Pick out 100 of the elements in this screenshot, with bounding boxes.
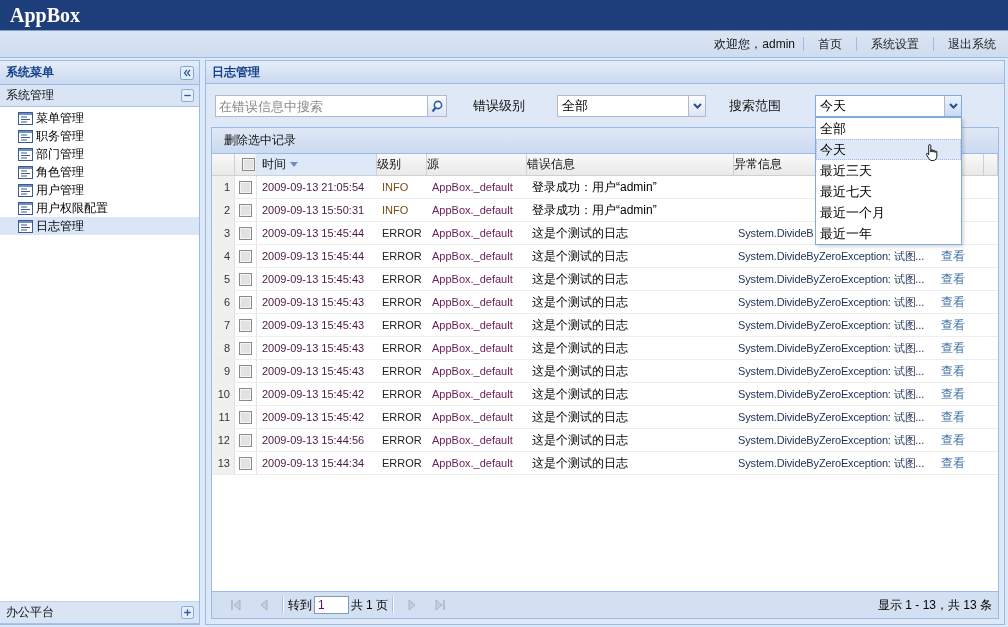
row-number: 10 [212, 383, 235, 405]
table-cell-text: ERROR [381, 249, 423, 264]
view-link[interactable]: 查看 [941, 295, 965, 309]
nav-link[interactable]: 退出系统 [933, 37, 996, 51]
row-checkbox[interactable] [239, 318, 252, 332]
table-cell-text: System.DivideByZeroException: 试图... [737, 318, 925, 333]
view-link[interactable]: 查看 [941, 272, 965, 286]
chevron-down-icon[interactable] [948, 103, 958, 109]
table-cell-text: 2009-09-13 21:05:54 [261, 180, 366, 195]
dropdown-option[interactable]: 最近一年 [816, 223, 961, 244]
dropdown-option[interactable]: 最近七天 [816, 181, 961, 202]
row-number: 9 [212, 360, 235, 382]
table-cell-text: AppBox._default [431, 295, 514, 310]
row-checkbox[interactable] [239, 180, 252, 194]
menu-item[interactable]: 职务管理 [36, 127, 84, 145]
row-number: 3 [212, 222, 235, 244]
document-icon [18, 201, 33, 215]
app-title: AppBox [10, 4, 81, 27]
table-cell-text: System.DivideByZeroException: 试图... [737, 272, 925, 287]
table-cell-text: INFO [381, 180, 410, 195]
table-cell-text: ERROR [381, 318, 423, 333]
table-cell-text: 2009-09-13 15:45:44 [261, 249, 366, 264]
accordion-header[interactable]: 系统管理 [6, 87, 54, 104]
menu-item[interactable]: 菜单管理 [36, 109, 84, 127]
table-cell-text: AppBox._default [431, 180, 514, 195]
column-header[interactable]: 时间 [257, 154, 377, 175]
row-checkbox[interactable] [239, 226, 252, 240]
row-checkbox[interactable] [239, 341, 252, 355]
row-checkbox[interactable] [239, 456, 252, 470]
dropdown-option[interactable]: 全部 [816, 118, 961, 139]
row-checkbox[interactable] [239, 272, 252, 286]
accordion-header[interactable]: 办公平台 [6, 604, 54, 621]
menu-item[interactable]: 角色管理 [36, 163, 84, 181]
dropdown-option[interactable]: 最近一个月 [816, 202, 961, 223]
search-icon[interactable] [431, 99, 443, 113]
view-link[interactable]: 查看 [941, 341, 965, 355]
chevron-down-icon[interactable] [692, 103, 702, 109]
table-cell-text: 这是个测试的日志 [531, 294, 629, 311]
table-cell-text: ERROR [381, 456, 423, 471]
row-checkbox[interactable] [239, 203, 252, 217]
dropdown-option[interactable]: 今天 [816, 139, 961, 160]
row-checkbox[interactable] [239, 295, 252, 309]
dropdown-field[interactable]: 全部 [557, 95, 706, 117]
record-summary: 显示 1 - 13，共 13 条 [877, 596, 992, 614]
view-link[interactable]: 查看 [941, 433, 965, 447]
table-cell-text: System.DivideByZeroException: 试图... [737, 249, 925, 264]
table-cell-text: 这是个测试的日志 [531, 225, 629, 242]
delete-selected-button[interactable]: 删除选中记录 [224, 133, 296, 147]
document-icon [18, 111, 33, 125]
table-cell-text: ERROR [381, 341, 423, 356]
table-cell-text: AppBox._default [431, 203, 514, 218]
column-header[interactable]: 级别 [377, 154, 405, 175]
filter-label: 错误级别 [473, 97, 526, 115]
table-cell-text: 登录成功：用户“admin” [531, 179, 658, 196]
table-cell-text: 这是个测试的日志 [531, 363, 629, 380]
minus-icon[interactable] [181, 89, 194, 102]
search-field[interactable]: 在错误信息中搜索 [215, 95, 427, 117]
table-cell-text: 这是个测试的日志 [531, 317, 629, 334]
view-link[interactable]: 查看 [941, 387, 965, 401]
column-header[interactable]: 源 [427, 154, 443, 175]
row-number: 8 [212, 337, 235, 359]
row-checkbox[interactable] [239, 364, 252, 378]
row-number: 7 [212, 314, 235, 336]
row-checkbox[interactable] [239, 410, 252, 424]
table-cell-text: 这是个测试的日志 [531, 455, 629, 472]
column-header[interactable]: 异常信息 [734, 154, 786, 175]
nav-link[interactable]: 首页 [803, 37, 856, 51]
row-checkbox[interactable] [239, 433, 252, 447]
goto-label: 转到 [288, 596, 312, 614]
view-link[interactable]: 查看 [941, 456, 965, 470]
menu-item[interactable]: 部门管理 [36, 145, 84, 163]
total-pages: 1 [366, 598, 373, 612]
table-cell-text: 这是个测试的日志 [531, 386, 629, 403]
table-cell-text: INFO [381, 203, 410, 218]
menu-item[interactable]: 日志管理 [36, 217, 84, 235]
dropdown-option[interactable]: 最近三天 [816, 160, 961, 181]
menu-item[interactable]: 用户管理 [36, 181, 84, 199]
table-cell-text: ERROR [381, 364, 423, 379]
table-cell-text: AppBox._default [431, 318, 514, 333]
row-checkbox[interactable] [239, 249, 252, 263]
nav-link[interactable]: 系统设置 [856, 37, 933, 51]
total-label: 共 [351, 596, 363, 614]
table-cell-text: 2009-09-13 15:45:43 [261, 318, 366, 333]
menu-item[interactable]: 用户权限配置 [36, 199, 108, 217]
column-header[interactable]: 错误信息 [527, 154, 579, 175]
document-icon [18, 165, 33, 179]
table-cell-text: System.DivideByZeroException: 试图... [737, 341, 925, 356]
row-number: 5 [212, 268, 235, 290]
view-link[interactable]: 查看 [941, 318, 965, 332]
collapse-icon[interactable] [180, 65, 194, 80]
view-link[interactable]: 查看 [941, 364, 965, 378]
plus-icon[interactable] [181, 606, 194, 619]
page-input[interactable]: 1 [314, 596, 349, 614]
table-cell-text: AppBox._default [431, 272, 514, 287]
select-all-checkbox[interactable] [241, 158, 255, 171]
table-cell-text: AppBox._default [431, 226, 514, 241]
view-link[interactable]: 查看 [941, 249, 965, 263]
view-link[interactable]: 查看 [941, 410, 965, 424]
row-checkbox[interactable] [239, 387, 252, 401]
table-cell-text: 这是个测试的日志 [531, 409, 629, 426]
